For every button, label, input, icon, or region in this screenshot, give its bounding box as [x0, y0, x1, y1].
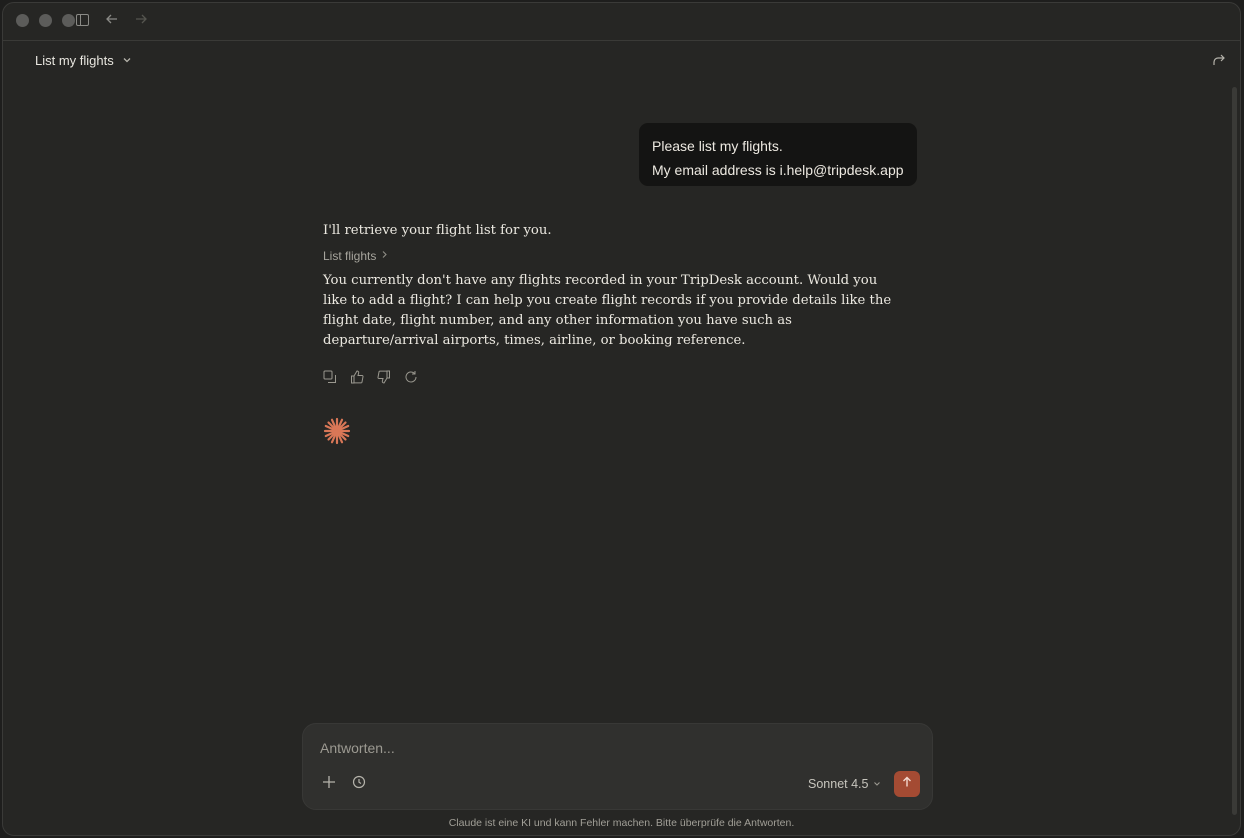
claude-spark-icon	[323, 417, 351, 445]
model-name: Sonnet 4.5	[808, 777, 869, 791]
conversation-title: List my flights	[35, 53, 114, 68]
user-message-line: Please list my flights.	[652, 138, 783, 154]
chevron-down-icon	[873, 777, 881, 791]
window-maximize-button[interactable]	[62, 14, 75, 27]
chevron-down-icon	[122, 53, 132, 68]
scrollbar[interactable]	[1232, 87, 1237, 815]
message-actions	[323, 369, 898, 384]
disclaimer-text: Claude ist eine KI und kann Fehler mache…	[448, 817, 795, 829]
send-button[interactable]	[894, 771, 920, 797]
window-minimize-button[interactable]	[39, 14, 52, 27]
reply-input[interactable]	[320, 740, 910, 756]
user-message-line: My email address is i.help@tripdesk.app	[652, 162, 904, 178]
conversation-title-dropdown[interactable]: List my flights	[35, 53, 132, 68]
share-icon[interactable]	[1212, 53, 1226, 72]
plus-icon[interactable]	[322, 775, 336, 794]
window-close-button[interactable]	[16, 14, 29, 27]
title-bar	[3, 3, 1240, 41]
thumbs-up-icon[interactable]	[350, 369, 364, 384]
tool-call-expander[interactable]: List flights	[323, 249, 898, 263]
retry-icon[interactable]	[404, 369, 418, 383]
assistant-response-text: You currently don't have any flights rec…	[323, 273, 892, 348]
forward-arrow-icon[interactable]	[134, 12, 148, 31]
message-composer: Sonnet 4.5	[302, 723, 933, 810]
tool-call-label: List flights	[323, 249, 377, 263]
sidebar-toggle-icon[interactable]	[76, 13, 89, 31]
history-icon[interactable]	[352, 775, 366, 794]
copy-icon[interactable]	[323, 369, 337, 383]
assistant-intro: I'll retrieve your flight list for you.	[323, 223, 552, 238]
thumbs-down-icon[interactable]	[377, 369, 391, 384]
arrow-up-icon	[901, 775, 913, 793]
app-window: List my flights Please list my flights. …	[2, 2, 1241, 836]
user-message: Please list my flights. My email address…	[639, 123, 917, 186]
back-arrow-icon[interactable]	[105, 12, 119, 31]
model-selector[interactable]: Sonnet 4.5	[808, 777, 881, 791]
chevron-right-icon	[381, 250, 388, 262]
assistant-message: I'll retrieve your flight list for you. …	[323, 220, 898, 384]
conversation-header: List my flights	[3, 43, 1240, 81]
